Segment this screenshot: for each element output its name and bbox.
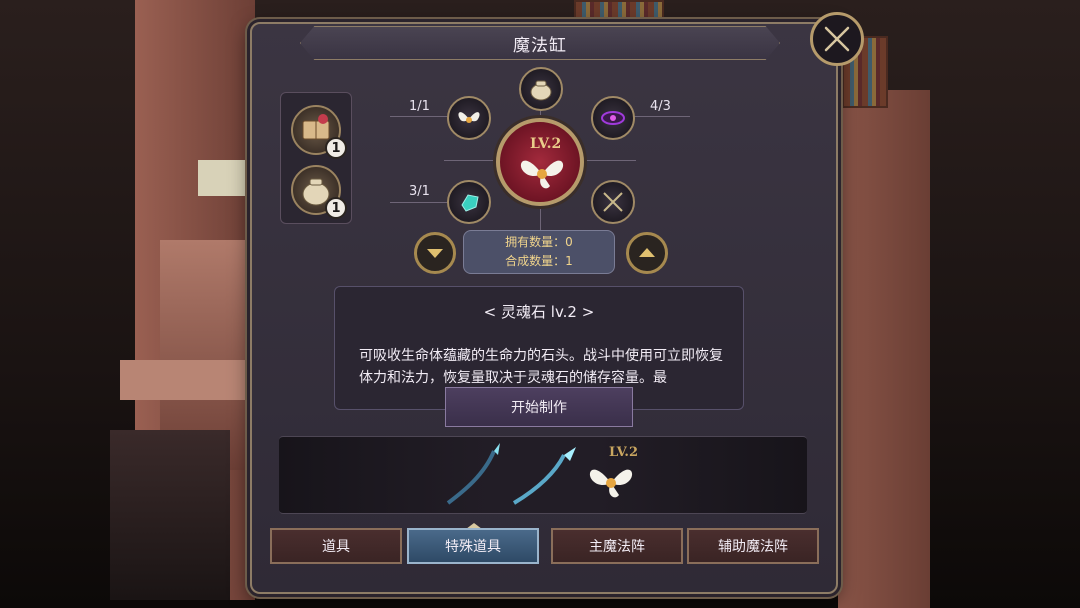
- tab-items[interactable]: 道具: [270, 528, 402, 564]
- stair-step: [120, 360, 260, 400]
- chevron-down-icon: [427, 249, 443, 258]
- recipe-result-slot[interactable]: LV.2: [496, 118, 584, 206]
- ratio-label: 1/1: [409, 99, 430, 114]
- connector-line: [630, 116, 690, 117]
- material-count: 1: [325, 197, 347, 219]
- recipe-slot-bottom-right[interactable]: [591, 180, 635, 224]
- recipe-slot-top-left[interactable]: [447, 96, 491, 140]
- connector-line: [390, 202, 450, 203]
- start-craft-button[interactable]: 开始制作: [445, 387, 633, 427]
- ratio-label: 3/1: [409, 184, 430, 199]
- title-bar: 魔法缸: [300, 26, 780, 60]
- connector-line: [444, 160, 494, 161]
- level-label: LV.2: [530, 136, 562, 152]
- dark-orb-icon: [601, 111, 625, 125]
- preview-level-label: LV.2: [609, 445, 638, 460]
- material-count: 1: [325, 137, 347, 159]
- connector-line: [390, 116, 450, 117]
- quantity-info: 拥有数量：0 合成数量：1: [463, 230, 615, 274]
- tab-support-magic-circle[interactable]: 辅助魔法阵: [687, 528, 819, 564]
- material-slot-pouch[interactable]: 1: [291, 165, 347, 219]
- scroll-up-button[interactable]: [626, 232, 668, 274]
- material-slot-spellbook[interactable]: 1: [291, 105, 347, 159]
- recipe-slot-top-right[interactable]: [591, 96, 635, 140]
- pouch-icon: [530, 80, 552, 101]
- ratio-label: 4/3: [650, 99, 671, 114]
- close-button[interactable]: [810, 12, 864, 66]
- page-title: 魔法缸: [513, 35, 567, 56]
- craft-preview: LV.2: [279, 436, 807, 514]
- crystal-icon: [461, 194, 479, 212]
- right-wall: [838, 90, 930, 608]
- owned-count: 拥有数量：0: [505, 235, 573, 249]
- connector-line: [586, 160, 636, 161]
- item-description: 可吸收生命体蕴藏的生命力的石头。战斗中使用可立即恢复体力和法力，恢复量取决于灵魂…: [359, 348, 723, 386]
- connector-line: [540, 208, 541, 230]
- craft-count: 合成数量：1: [505, 254, 573, 268]
- tab-special-items[interactable]: 特殊道具: [407, 528, 539, 564]
- bookshelf-top: [574, 0, 664, 20]
- empty-slot-icon: [603, 192, 623, 212]
- lower-floor: [110, 430, 230, 600]
- recipe-slot-top[interactable]: [519, 67, 563, 111]
- wand-icon: [446, 443, 576, 505]
- recipe-slot-bottom-left[interactable]: [447, 180, 491, 224]
- tab-main-magic-circle[interactable]: 主魔法阵: [551, 528, 683, 564]
- material-list: 1 1: [280, 92, 352, 224]
- desk: [198, 160, 250, 196]
- item-title: < 灵魂石 lv.2 >: [483, 303, 595, 321]
- close-icon: [824, 26, 850, 52]
- chevron-up-icon: [639, 248, 655, 257]
- scroll-down-button[interactable]: [414, 232, 456, 274]
- fairy-wing-icon: [458, 112, 480, 123]
